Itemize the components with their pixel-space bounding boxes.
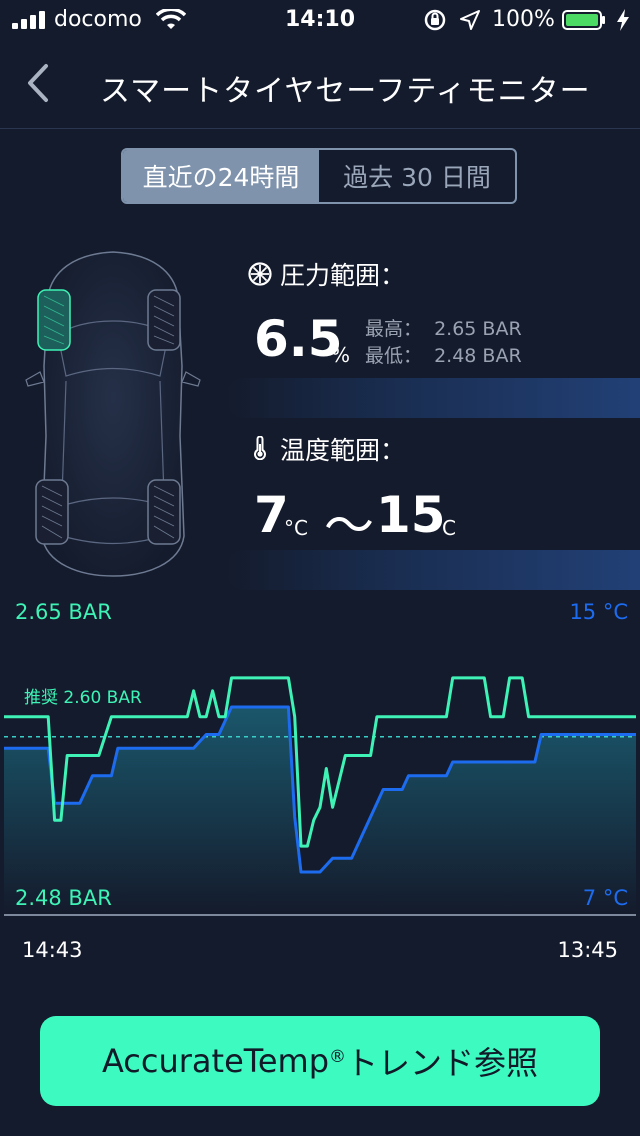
pressure-max: 最高： 2.65 BAR [365,314,522,341]
y-axis-temperature-max-label: 15 °C [569,600,628,624]
page-title: スマートタイヤセーフティモニター [100,74,591,109]
cta-label-2: トレンド参照 [346,1044,539,1082]
y-axis-pressure-max-label: 2.65 BAR [15,600,112,624]
tire-rear-right [147,479,181,545]
thermometer-icon [254,436,266,460]
tire-rear-left [35,479,69,545]
pressure-range-title: 圧力範囲： [280,261,406,290]
battery-icon [562,10,605,30]
pressure-max-value: 2.65 BAR [434,318,522,340]
status-bar: docomo 14:10 100% [0,0,640,40]
temperature-low-unit: °C [284,516,308,540]
tire-icon [248,262,272,286]
charging-icon [617,9,629,31]
battery-percent: 100% [492,7,555,32]
temperature-range-title: 温度範囲： [280,436,406,465]
tire-front-right [147,289,181,351]
temperature-glow [225,550,640,590]
pressure-min-label: 最低： [365,345,423,367]
temperature-separator: ～ [324,497,374,555]
cta-label: AccurateTemp [101,1042,330,1080]
location-icon [460,10,480,30]
period-segmented-control: 直近の24時間 過去 30 日間 [121,148,517,204]
rotation-lock-icon [424,9,446,31]
tire-front-left [37,289,71,351]
pressure-temperature-chart [4,676,636,916]
pressure-range-unit: % [331,343,351,367]
pressure-glow [225,378,640,418]
car-illustration [25,251,201,577]
recommended-pressure-label: 推奨 2.60 BAR [24,688,142,708]
x-axis-start-time: 14:43 [22,938,83,962]
pressure-min-value: 2.48 BAR [434,345,522,367]
tab-last-30-days[interactable]: 過去 30 日間 [319,150,515,202]
y-axis-temperature-min-label: 7 °C [582,886,628,910]
registered-mark: ® [329,1047,347,1067]
temperature-high-unit: °C [432,516,456,540]
back-button[interactable] [18,60,58,106]
y-axis-pressure-min-label: 2.48 BAR [15,886,112,910]
pressure-min: 最低： 2.48 BAR [365,341,522,368]
tab-last-24h[interactable]: 直近の24時間 [123,150,319,202]
x-axis-end-time: 13:45 [557,938,618,962]
pressure-range-value: 6.5 [254,310,343,368]
nav-bar: スマートタイヤセーフティモニター [0,40,640,129]
pressure-max-label: 最高： [365,318,423,340]
view-accuratetemp-trend-button[interactable]: AccurateTemp ® トレンド参照 [40,1016,600,1106]
